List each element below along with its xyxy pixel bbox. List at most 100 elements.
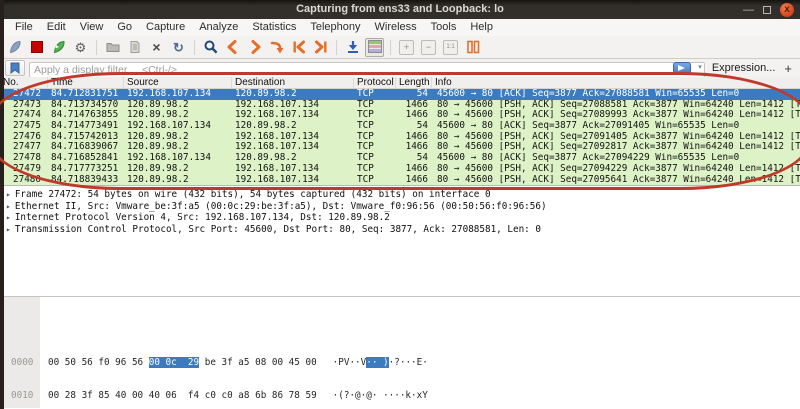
cell-time: 84.716852841: [48, 153, 124, 164]
stop-capture-button[interactable]: [27, 38, 46, 57]
go-last-packet-button[interactable]: [311, 38, 330, 57]
filter-bookmark-button[interactable]: [5, 60, 25, 76]
cell-no: 27475: [0, 121, 48, 132]
expander-icon[interactable]: ▸: [6, 225, 15, 234]
cell-destination: 192.168.107.134: [232, 175, 354, 186]
menu-edit[interactable]: Edit: [40, 19, 73, 36]
menu-capture[interactable]: Capture: [139, 19, 192, 36]
ascii-bytes[interactable]: ·(?·@·@· ····k·xY: [333, 390, 428, 401]
hex-bytes[interactable]: 00 50 56 f0 96 56 00 0c 29 be 3f a5 08 0…: [48, 357, 317, 368]
restart-capture-button[interactable]: [49, 38, 68, 57]
expression-button[interactable]: Expression...: [709, 62, 779, 74]
col-header-source[interactable]: Source: [124, 77, 232, 88]
cell-length: 1466: [396, 132, 432, 143]
detail-ethernet[interactable]: ▸Ethernet II, Src: Vmware_be:3f:a5 (00:0…: [0, 201, 800, 213]
col-header-time[interactable]: Time: [48, 77, 124, 88]
hex-row-0000[interactable]: 0000 00 50 56 f0 96 56 00 0c 29 be 3f a5 …: [0, 357, 800, 368]
col-header-length[interactable]: Length: [396, 77, 432, 88]
col-header-protocol[interactable]: Protocol: [354, 77, 396, 88]
resize-columns-button[interactable]: [463, 38, 482, 57]
save-file-button[interactable]: [125, 38, 144, 57]
auto-scroll-button[interactable]: [343, 38, 362, 57]
go-back-button[interactable]: [223, 38, 242, 57]
go-to-packet-button[interactable]: [267, 38, 286, 57]
cell-time: 84.716839067: [48, 142, 124, 153]
zoom-in-button[interactable]: +: [397, 38, 416, 57]
cell-destination: 192.168.107.134: [232, 100, 354, 111]
maximize-button[interactable]: [763, 6, 771, 14]
filter-dropdown-caret[interactable]: ▾: [698, 64, 702, 72]
menu-help[interactable]: Help: [463, 19, 500, 36]
detail-ethernet-text: Ethernet II, Src: Vmware_be:3f:a5 (00:0c…: [15, 201, 547, 212]
packet-row-27474[interactable]: 2747484.714763855120.89.98.2192.168.107.…: [0, 110, 800, 121]
display-filter-input[interactable]: [29, 62, 705, 78]
packet-row-27475[interactable]: 2747584.714773491192.168.107.134120.89.9…: [0, 121, 800, 132]
menu-analyze[interactable]: Analyze: [192, 19, 245, 36]
cell-destination: 120.89.98.2: [232, 121, 354, 132]
cell-protocol: TCP: [354, 110, 396, 121]
cell-source: 192.168.107.134: [124, 89, 232, 100]
menu-file[interactable]: File: [8, 19, 40, 36]
cell-time: 84.715742013: [48, 132, 124, 143]
menu-telephony[interactable]: Telephony: [303, 19, 367, 36]
forward-arrow-icon: [247, 39, 263, 55]
start-capture-button[interactable]: [5, 38, 24, 57]
cell-length: 54: [396, 153, 432, 164]
add-filter-button[interactable]: +: [782, 61, 796, 76]
packet-row-27477[interactable]: 2747784.716839067120.89.98.2192.168.107.…: [0, 142, 800, 153]
packet-row-27479[interactable]: 2747984.717773251120.89.98.2192.168.107.…: [0, 164, 800, 175]
hex-row-0010[interactable]: 0010 00 28 3f 85 40 00 40 06 f4 c0 c0 a8 …: [0, 390, 800, 401]
packet-row-27473[interactable]: 2747384.713734570120.89.98.2192.168.107.…: [0, 100, 800, 111]
go-forward-button[interactable]: [245, 38, 264, 57]
go-first-packet-button[interactable]: [289, 38, 308, 57]
cell-no: 27473: [0, 100, 48, 111]
expander-icon[interactable]: ▸: [6, 202, 15, 211]
packet-row-27472[interactable]: 2747284.712831751192.168.107.134120.89.9…: [0, 89, 800, 100]
cell-source: 192.168.107.134: [124, 121, 232, 132]
close-button[interactable]: x: [780, 3, 794, 17]
packet-row-27476[interactable]: 2747684.715742013120.89.98.2192.168.107.…: [0, 132, 800, 143]
apply-filter-button[interactable]: [673, 62, 691, 74]
zoom-out-button[interactable]: −: [419, 38, 438, 57]
menu-tools[interactable]: Tools: [424, 19, 464, 36]
zoom-original-icon: 1:1: [443, 40, 458, 55]
toolbar-separator: [96, 40, 97, 55]
menu-go[interactable]: Go: [110, 19, 139, 36]
col-header-destination[interactable]: Destination: [232, 77, 354, 88]
cell-no: 27476: [0, 132, 48, 143]
titlebar[interactable]: Capturing from ens33 and Loopback: lo — …: [0, 0, 800, 19]
col-header-info[interactable]: Info: [432, 77, 800, 88]
packet-row-27478[interactable]: 2747884.716852841192.168.107.134120.89.9…: [0, 153, 800, 164]
open-file-button[interactable]: [103, 38, 122, 57]
detail-ip[interactable]: ▸Internet Protocol Version 4, Src: 192.1…: [0, 212, 800, 224]
magnifier-icon: [203, 39, 219, 55]
menu-statistics[interactable]: Statistics: [245, 19, 303, 36]
packet-row-27480[interactable]: 2748084.718839433120.89.98.2192.168.107.…: [0, 175, 800, 186]
wireshark-window: Capturing from ens33 and Loopback: lo — …: [0, 0, 800, 409]
main-toolbar: ⚙ × ↻: [0, 36, 800, 59]
close-capture-button[interactable]: ×: [147, 38, 166, 57]
menu-wireless[interactable]: Wireless: [368, 19, 424, 36]
ascii-bytes[interactable]: ·PV··V·· )·?···E·: [333, 357, 428, 368]
col-header-no[interactable]: No.: [0, 77, 48, 88]
cell-length: 1466: [396, 142, 432, 153]
detail-tcp[interactable]: ▸Transmission Control Protocol, Src Port…: [0, 224, 800, 236]
hex-offset: 0000: [4, 357, 40, 368]
cell-protocol: TCP: [354, 164, 396, 175]
hex-offset: 0010: [4, 390, 40, 401]
cell-source: 120.89.98.2: [124, 142, 232, 153]
hex-bytes[interactable]: 00 28 3f 85 40 00 40 06 f4 c0 c0 a8 6b 8…: [48, 390, 317, 401]
minimize-button[interactable]: —: [743, 5, 754, 15]
packet-details-pane: ▸Frame 27472: 54 bytes on wire (432 bits…: [0, 185, 800, 296]
cell-destination: 192.168.107.134: [232, 142, 354, 153]
reload-icon: ↻: [173, 41, 184, 54]
reload-button[interactable]: ↻: [169, 38, 188, 57]
zoom-original-button[interactable]: 1:1: [441, 38, 460, 57]
menu-view[interactable]: View: [73, 19, 111, 36]
expander-icon[interactable]: ▸: [6, 190, 15, 199]
expander-icon[interactable]: ▸: [6, 213, 15, 222]
colorize-packets-button[interactable]: [365, 38, 384, 57]
find-packet-button[interactable]: [201, 38, 220, 57]
capture-options-button[interactable]: ⚙: [71, 38, 90, 57]
detail-frame[interactable]: ▸Frame 27472: 54 bytes on wire (432 bits…: [0, 189, 800, 201]
